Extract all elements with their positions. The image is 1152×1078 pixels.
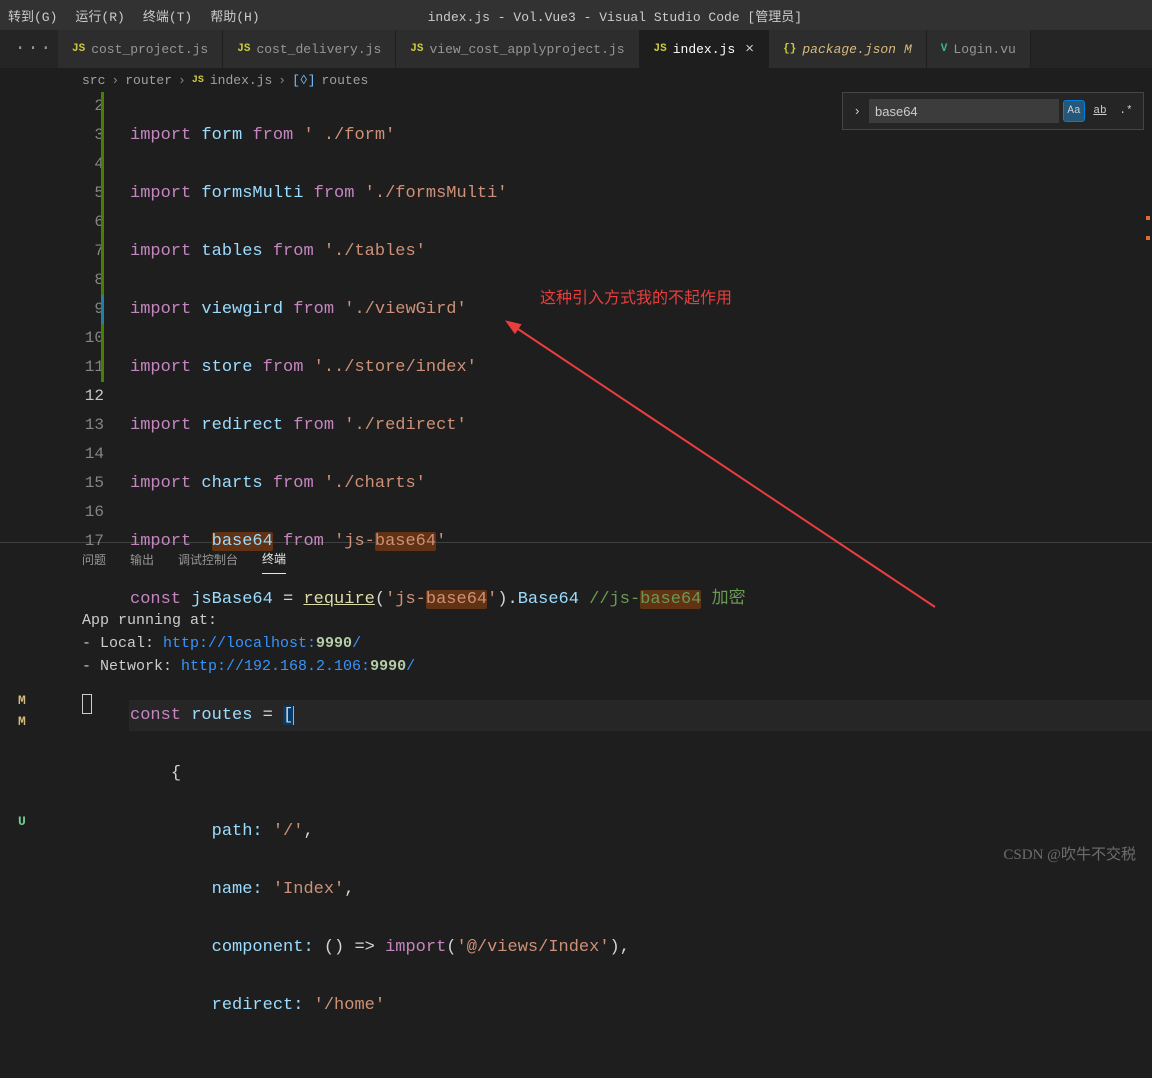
- chevron-icon: ›: [111, 73, 119, 88]
- tab-label: index.js: [673, 42, 735, 57]
- watermark: CSDN @吹牛不交税: [1003, 843, 1136, 864]
- tab-login-vue[interactable]: V Login.vu: [927, 30, 1031, 68]
- menubar: 转到(G) 运行(R) 终端(T) 帮助(H) index.js - Vol.V…: [0, 0, 1152, 30]
- tab-label: view_cost_applyproject.js: [429, 42, 624, 57]
- line-gutter: 2 3 4 5 6 7 8 9 10 11 12 13 14 15 16 17: [0, 92, 130, 542]
- modified-badge: M: [904, 42, 912, 57]
- variable-icon: [◊]: [292, 73, 315, 88]
- breadcrumb[interactable]: src › router › JS index.js › [◊] routes: [0, 68, 1152, 92]
- vue-icon: V: [941, 43, 948, 55]
- chevron-right-icon[interactable]: ›: [853, 104, 861, 119]
- menu-go[interactable]: 转到(G): [8, 6, 57, 25]
- js-icon: JS: [237, 43, 250, 55]
- tab-bar: ··· JS cost_project.js JS cost_delivery.js…: [0, 30, 1152, 68]
- search-widget[interactable]: › Aa ab .*: [842, 92, 1144, 130]
- annotation-text: 这种引入方式我的不起作用: [540, 284, 732, 308]
- close-icon[interactable]: ×: [745, 41, 754, 58]
- tab-cost-project[interactable]: JS cost_project.js: [58, 30, 223, 68]
- json-icon: {}: [783, 43, 796, 55]
- chevron-icon: ›: [278, 73, 286, 88]
- menu-terminal[interactable]: 终端(T): [143, 6, 192, 25]
- minimap[interactable]: [1144, 184, 1152, 634]
- crumb-file[interactable]: index.js: [210, 73, 272, 88]
- tab-label: cost_project.js: [91, 42, 208, 57]
- js-icon: JS: [192, 75, 204, 86]
- tab-cost-delivery[interactable]: JS cost_delivery.js: [223, 30, 396, 68]
- more-button[interactable]: ···: [10, 30, 58, 68]
- terminal-cursor: [82, 694, 92, 714]
- crumb-src[interactable]: src: [82, 73, 105, 88]
- regex-toggle[interactable]: .*: [1115, 100, 1137, 122]
- chevron-icon: ›: [178, 73, 186, 88]
- crumb-symbol[interactable]: routes: [322, 73, 369, 88]
- match-case-toggle[interactable]: Aa: [1063, 100, 1085, 122]
- tab-index[interactable]: JS index.js ×: [640, 30, 770, 68]
- tab-view-cost[interactable]: JS view_cost_applyproject.js: [396, 30, 639, 68]
- tab-package-json[interactable]: {} package.json M: [769, 30, 927, 68]
- tab-label: Login.vu: [953, 42, 1015, 57]
- js-icon: JS: [72, 43, 85, 55]
- tab-label: package.json: [802, 42, 896, 57]
- menu-help[interactable]: 帮助(H): [210, 6, 259, 25]
- crumb-router[interactable]: router: [125, 73, 172, 88]
- whole-word-toggle[interactable]: ab: [1089, 100, 1111, 122]
- window-title: index.js - Vol.Vue3 - Visual Studio Code…: [278, 6, 952, 25]
- menu-run[interactable]: 运行(R): [75, 6, 124, 25]
- js-icon: JS: [654, 43, 667, 55]
- code-area[interactable]: import form from ' ./form' import formsM…: [130, 92, 1152, 542]
- js-icon: JS: [410, 43, 423, 55]
- scm-modified-badge: M: [18, 714, 26, 729]
- scm-untracked-badge: U: [18, 814, 26, 829]
- search-input[interactable]: [869, 99, 1059, 123]
- tab-label: cost_delivery.js: [256, 42, 381, 57]
- scm-modified-badge: M: [18, 693, 26, 708]
- editor[interactable]: 2 3 4 5 6 7 8 9 10 11 12 13 14 15 16 17 …: [0, 92, 1152, 542]
